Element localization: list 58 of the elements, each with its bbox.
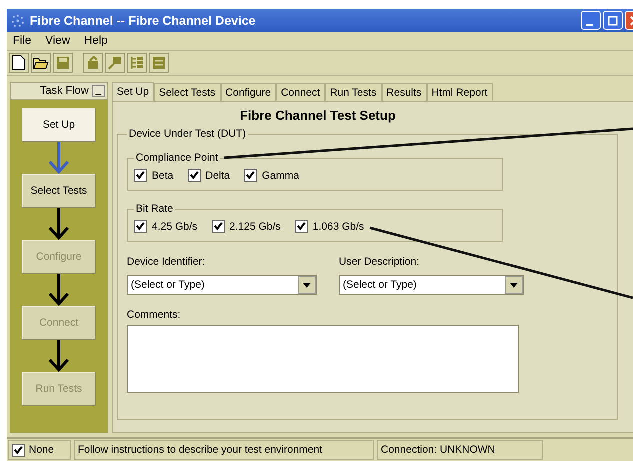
checkbox-label: Gamma	[262, 170, 300, 182]
field-label: Device Identifier:	[127, 256, 206, 268]
checkbox-label: 4.25 Gb/s	[152, 220, 198, 232]
field-label: Comments:	[127, 309, 182, 321]
minimize-icon	[586, 24, 593, 26]
group-title: Bit Rate	[135, 203, 174, 215]
down-arrow-icon	[48, 142, 70, 174]
connection-status: Connection: UNKNOWN	[377, 440, 543, 460]
tab[interactable]: Select Tests	[154, 83, 221, 101]
panel-title: Task Flow	[40, 85, 89, 97]
checkbox[interactable]	[212, 220, 225, 233]
checkbox[interactable]	[294, 220, 308, 233]
window-title: Fibre Channel -- Fibre Channel Device	[30, 14, 257, 28]
menu-item[interactable]: Help	[84, 35, 108, 47]
checkbox-label: 2.125 Gb/s	[230, 220, 281, 232]
checkbox[interactable]	[134, 169, 147, 182]
minimize-button[interactable]: _	[92, 85, 105, 97]
checkbox[interactable]	[12, 444, 25, 456]
tab[interactable]: Html Report	[426, 83, 493, 101]
maximize-button[interactable]	[603, 11, 623, 30]
checkbox-label: Beta	[152, 170, 174, 182]
dropdown-button[interactable]	[298, 276, 316, 294]
page-heading: Fibre Channel Test Setup	[239, 108, 397, 125]
down-arrow-icon	[48, 208, 70, 240]
down-arrow-icon	[48, 274, 70, 306]
checkbox-label: 1.063 Gb/s	[312, 220, 364, 232]
list-icon[interactable]	[149, 53, 169, 73]
checkbox[interactable]	[188, 169, 201, 182]
maximize-icon	[608, 16, 618, 26]
dropdown-field[interactable]: (Select or Type)	[127, 275, 317, 295]
minimize-button[interactable]	[581, 11, 601, 30]
field-label: User Description:	[339, 256, 421, 268]
checkbox[interactable]	[244, 169, 258, 182]
caret-icon	[303, 282, 311, 288]
menu-item[interactable]: View	[46, 35, 70, 47]
tab[interactable]: Run Tests	[325, 83, 382, 101]
tab[interactable]: Configure	[220, 83, 276, 101]
down-arrow-icon	[48, 340, 70, 372]
task-step-button[interactable]: Set Up	[22, 108, 96, 142]
group-title: Device Under Test (DUT)	[128, 128, 248, 140]
caret-icon	[510, 282, 518, 288]
status-message: Follow instructions to describe your test environment	[74, 440, 374, 460]
app-icon	[11, 14, 25, 28]
checkbox[interactable]	[134, 220, 147, 233]
open-folder-icon[interactable]	[31, 53, 51, 73]
tree-list-icon[interactable]	[127, 53, 147, 73]
menu-item[interactable]: File	[13, 35, 32, 47]
checkbox-label: Delta	[206, 170, 230, 182]
dropdown-button[interactable]	[505, 276, 523, 294]
tab[interactable]: Results	[382, 83, 427, 101]
new-file-icon[interactable]	[9, 53, 29, 73]
dropdown-field[interactable]: (Select or Type)	[339, 275, 524, 295]
group-title: Compliance Point	[135, 152, 220, 164]
comments-field[interactable]	[127, 325, 519, 393]
tab[interactable]: Set Up	[112, 82, 154, 101]
tab[interactable]: Connect	[276, 83, 326, 101]
checkbox-label: None	[29, 444, 54, 456]
task-step-button[interactable]: Select Tests	[22, 174, 96, 208]
